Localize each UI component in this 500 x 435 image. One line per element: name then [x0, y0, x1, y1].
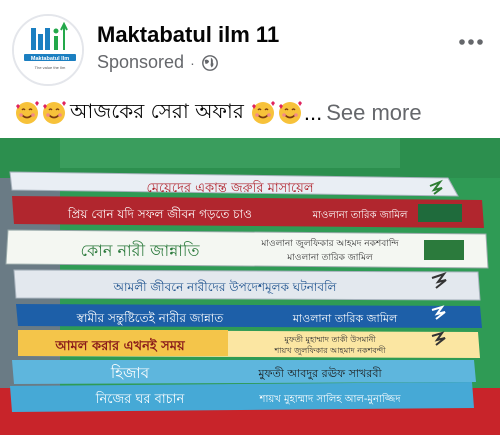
maktabatul-logo-icon: Maktabatul Ilm The value the Ilm	[14, 16, 82, 84]
book-title: প্রিয় বোন যদি সফল জীবন গড়তে চাও	[67, 207, 252, 221]
book-spine: স্বামীর সন্তুষ্টিতেই নারীর জান্নাত মাওলা…	[16, 304, 482, 328]
post-header: Maktabatul Ilm The value the Ilm Maktaba…	[0, 0, 500, 92]
book-author: মুফতী মুহাম্মাদ তাকী উসমানী	[283, 334, 376, 344]
book-spine: আমল করার এখনই সময় মুফতী মুহাম্মাদ তাকী …	[18, 330, 480, 358]
page-avatar[interactable]: Maktabatul Ilm The value the Ilm	[12, 14, 84, 86]
book-title: মেয়েদের একান্ত জরুরি মাসায়েল	[146, 180, 313, 196]
book-stack-photo: মেয়েদের একান্ত জরুরি মাসায়েল প্রিয় বো…	[0, 138, 500, 435]
book-spine: হিজাব মুফতী আবদুর রঊফ সাখরবী	[12, 360, 476, 384]
book-author: মাওলানা জুলফিকার আহমদ নকশবান্দি	[260, 238, 399, 249]
post-photo[interactable]: মেয়েদের একান্ত জরুরি মাসায়েল প্রিয় বো…	[0, 138, 500, 435]
globe-icon[interactable]	[201, 54, 219, 72]
book-author: মাওলানা তারিক জামিল	[292, 312, 398, 325]
smiling-face-with-hearts-icon	[278, 101, 302, 124]
page-name[interactable]: Maktabatul ilm 11	[97, 22, 279, 48]
book-author: মাওলানা তারিক জামিল	[312, 209, 408, 221]
book-author: মুফতী আবদুর রঊফ সাখরবী	[257, 367, 382, 380]
caption-ellipsis: ...	[303, 100, 323, 125]
book-spine: প্রিয় বোন যদি সফল জীবন গড়তে চাও মাওলান…	[12, 196, 484, 228]
caption-text: আজকের সেরা অফার	[70, 98, 244, 123]
book-author: শায়খ জুলফিকার আহমাদ নকশবন্দী	[274, 345, 387, 355]
book-title: কোন নারী জান্নাতি	[81, 241, 201, 260]
book-spine: আমলী জীবনে নারীদের উপদেশমূলক ঘটনাবলি	[13, 269, 481, 301]
logo-text: Maktabatul Ilm	[31, 56, 69, 62]
smiling-face-with-hearts-icon	[43, 101, 66, 124]
smiling-face-with-hearts-icon	[16, 101, 39, 124]
book-title: আমল করার এখনই সময়	[54, 337, 186, 354]
book-author: মাওলানা তারিক জামিল	[286, 252, 373, 263]
book-title: আমলী জীবনে নারীদের উপদেশমূলক ঘটনাবলি	[113, 280, 338, 295]
smiling-face-with-hearts-icon	[251, 101, 275, 124]
see-more-link[interactable]: See more	[326, 100, 421, 126]
meta-separator: ·	[190, 54, 195, 71]
book-title: স্বামীর সন্তুষ্টিতেই নারীর জান্নাত	[76, 311, 225, 326]
sponsored-label[interactable]: Sponsored	[97, 52, 184, 73]
book-title: নিজের ঘর বাচান	[95, 391, 185, 407]
book-spine: কোন নারী জান্নাতি মাওলানা জুলফিকার আহমদ …	[5, 229, 489, 269]
post-caption: আজকের সেরা অফার ... See more	[14, 96, 494, 130]
post-meta: Sponsored ·	[97, 52, 219, 73]
logo-tagline: The value the Ilm	[35, 65, 66, 70]
book-author: শায়খ মুহাম্মাদ সালিহ আল-মুনাজ্জিদ	[259, 393, 402, 405]
book-spine: নিজের ঘর বাচান শায়খ মুহাম্মাদ সালিহ আল-…	[10, 382, 474, 412]
book-title: হিজাব	[110, 364, 150, 382]
more-options-icon[interactable]	[456, 32, 486, 52]
